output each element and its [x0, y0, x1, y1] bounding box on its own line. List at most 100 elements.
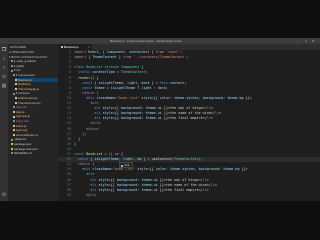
explorer-item[interactable]: ▸ node_modules — [11, 59, 58, 63]
code-token: ( — [94, 90, 99, 95]
search-icon[interactable]: ⌕ — [1, 56, 7, 62]
extensions-icon[interactable]: ▦ — [1, 83, 7, 89]
files-icon[interactable]: ❐ — [1, 47, 7, 53]
code-token: className — [94, 95, 115, 100]
explorer-item[interactable]: App.css — [13, 105, 58, 109]
explorer-item-label: ▾ contexts — [16, 91, 30, 96]
code-token: style — [96, 182, 109, 187]
debug-icon[interactable]: ⊘ — [1, 74, 7, 80]
code-token: static — [74, 70, 91, 75]
code-token: import — [74, 50, 87, 54]
explorer-item[interactable]: ThemeToggle.js — [15, 87, 58, 91]
file-icon — [11, 69, 13, 72]
code-token: return — [74, 90, 95, 95]
file-icon — [11, 147, 13, 150]
code-token: theme — [223, 167, 234, 172]
code-token: theme — [141, 177, 152, 182]
code-token: className — [90, 167, 111, 172]
explorer-item[interactable]: App.test.js — [13, 114, 58, 118]
code-token: style — [135, 167, 148, 172]
code-token: light — [123, 157, 134, 162]
code-token: ThemeContext — [92, 55, 117, 60]
close-button[interactable]: ✕ — [310, 39, 316, 43]
code-token: < — [74, 177, 93, 182]
explorer-item[interactable]: ▸ OPEN EDITORS — [9, 50, 58, 54]
code-token: < — [74, 167, 85, 172]
code-token: < — [74, 101, 93, 105]
code-token: dark — [157, 85, 166, 90]
code-token: ); — [74, 131, 87, 136]
code-token: contextType — [90, 70, 115, 75]
explorer-item-label: ThemeToggle.js — [18, 86, 40, 91]
file-icon — [11, 60, 13, 63]
file-icon — [15, 97, 17, 100]
code-token: ={{ — [112, 111, 121, 116]
code-token: > — [98, 121, 101, 126]
explorer-header: EXPLORER — [10, 45, 27, 49]
explorer-item[interactable]: ▾ BOOK-CONTEXT-HOOKS — [9, 55, 58, 59]
explorer-item[interactable]: ▾ components — [13, 73, 58, 77]
code-line: 29 </ul> — [58, 193, 320, 198]
gear-icon[interactable]: ⚙ — [1, 192, 7, 198]
code-token: background — [120, 116, 142, 121]
explorer-item-label: AuthContext.js — [18, 96, 38, 100]
code-token: extends — [102, 65, 119, 70]
explorer-item[interactable]: App.js — [13, 110, 58, 114]
code-token: const — [74, 85, 93, 90]
explorer-item[interactable]: .gitignore — [11, 137, 58, 141]
autocomplete-popup[interactable]: dark — [119, 162, 133, 169]
code-token: ={{ — [108, 187, 117, 192]
maximize-button[interactable]: □ — [303, 39, 309, 43]
code-token: '../contexts/ThemeContext' — [131, 55, 187, 60]
code-token: theme — [141, 182, 152, 187]
code-token: ; — [184, 80, 187, 85]
explorer-item[interactable]: logo.svg — [13, 128, 58, 132]
code-editor[interactable]: 1 import React, { Component, useContext }… — [58, 50, 320, 201]
explorer-item[interactable]: README.md — [11, 151, 58, 155]
file-icon — [15, 83, 17, 86]
explorer-item[interactable]: package-lock.json — [11, 147, 58, 151]
code-token: light — [141, 85, 152, 90]
explorer-item-label: logo.svg — [16, 128, 28, 133]
explorer-item[interactable]: index.js — [13, 124, 58, 128]
explorer-item-label: serviceWorker.js — [16, 132, 38, 137]
code-token: render — [74, 75, 91, 80]
code-token: theme — [92, 85, 105, 90]
code-token: 'react' — [163, 50, 181, 54]
code-token: > — [210, 106, 213, 111]
code-token: this — [159, 80, 168, 85]
code-token: import — [74, 55, 87, 60]
explorer-item[interactable]: ▾ src — [11, 68, 58, 72]
explorer-item-label: README.md — [14, 151, 32, 156]
explorer-item-label: ThemeContext.js — [18, 100, 41, 105]
explorer-item-label: Navbar.js — [18, 82, 31, 87]
explorer-item[interactable]: Navbar.js — [15, 82, 58, 86]
code-token: isLightTheme — [98, 80, 124, 85]
code-token: style — [100, 106, 113, 111]
code-token: style — [96, 187, 109, 192]
explorer-item[interactable]: BookList.js — [15, 77, 58, 82]
file-icon — [13, 124, 15, 127]
source-control-icon[interactable]: ⑂ — [1, 65, 7, 71]
code-token: }}>the way of kings</ — [161, 106, 207, 111]
code-token: Component — [118, 65, 140, 70]
code-token: style — [100, 111, 113, 116]
explorer-sidebar: EXPLORER ▸ OPEN EDITORS ▾ BOOK-CONTEXT-HO… — [8, 44, 58, 201]
explorer-item[interactable]: AuthContext.js — [15, 96, 58, 100]
explorer-item[interactable]: ▸ public — [11, 64, 58, 68]
code-token: from — [155, 50, 164, 54]
explorer-item[interactable]: ThemeContext.js — [15, 101, 58, 105]
explorer-item[interactable]: index.css — [13, 119, 58, 123]
code-token: BookList — [84, 152, 103, 156]
explorer-item-label: index.js — [16, 123, 27, 128]
explorer-item[interactable]: ▾ contexts — [13, 91, 58, 95]
minimize-button[interactable]: – — [296, 39, 302, 43]
file-icon — [13, 120, 15, 123]
code-token: Component — [106, 50, 126, 54]
code-token: style — [100, 116, 113, 121]
explorer-item[interactable]: serviceWorker.js — [13, 133, 58, 137]
code-token: < — [74, 111, 97, 116]
code-token: theme — [145, 116, 156, 121]
code-token: ={{ — [147, 167, 156, 172]
explorer-item[interactable]: package.json — [11, 142, 58, 146]
